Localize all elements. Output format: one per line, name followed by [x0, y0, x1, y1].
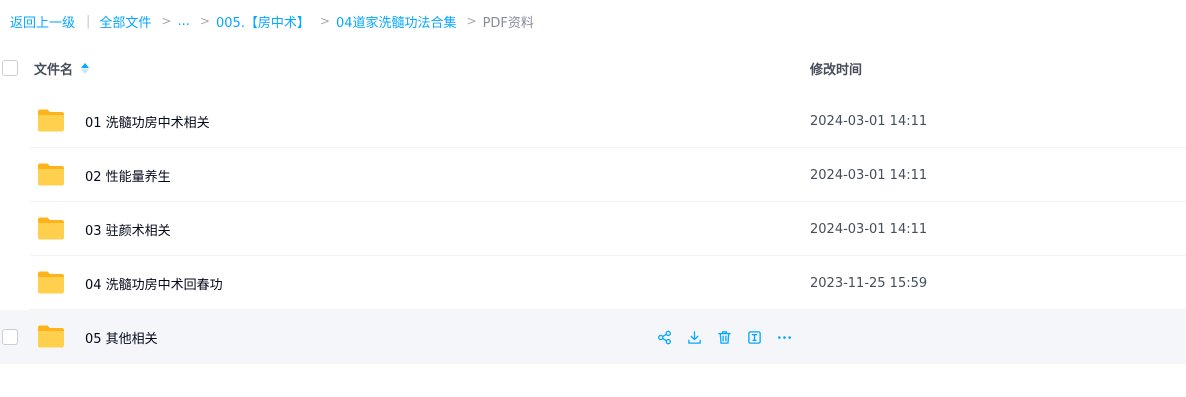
breadcrumb-all-files[interactable]: 全部文件: [99, 12, 151, 31]
file-name[interactable]: 03 驻颜术相关: [85, 220, 171, 239]
sort-icon[interactable]: [81, 62, 90, 74]
file-modified-time: 2023-11-25 15:59: [810, 275, 928, 291]
row-checkbox[interactable]: [2, 329, 18, 345]
more-icon[interactable]: [776, 329, 793, 346]
breadcrumb-current: PDF资料: [482, 15, 534, 31]
list-item[interactable]: 05 其他相关: [0, 310, 1186, 364]
chevron-right-icon: >: [466, 14, 477, 28]
folder-icon: [38, 271, 64, 294]
list-item[interactable]: 02 性能量养生 2024-03-01 14:11: [0, 148, 1186, 202]
folder-icon: [38, 109, 64, 132]
file-name[interactable]: 04 洗髓功房中术回春功: [85, 274, 223, 293]
column-header-name-label: 文件名: [34, 62, 74, 78]
select-all-checkbox[interactable]: [2, 60, 18, 76]
breadcrumb-ellipsis[interactable]: ...: [177, 14, 189, 29]
breadcrumb-level1[interactable]: 005.【房中术】: [216, 12, 310, 31]
file-name[interactable]: 02 性能量养生: [85, 166, 171, 185]
column-header-name[interactable]: 文件名: [34, 59, 90, 78]
folder-icon: [38, 217, 64, 240]
row-actions: [656, 329, 793, 346]
column-header-time[interactable]: 修改时间: [810, 59, 862, 78]
chevron-right-icon: >: [319, 14, 330, 28]
file-modified-time: 2024-03-01 14:11: [810, 113, 928, 129]
file-modified-time: 2024-03-01 14:11: [810, 167, 928, 183]
chevron-right-icon: >: [161, 14, 172, 28]
file-list-header: 文件名 修改时间: [0, 50, 1186, 86]
list-item[interactable]: 03 驻颜术相关 2024-03-01 14:11: [0, 202, 1186, 256]
list-item[interactable]: 01 洗髓功房中术相关 2024-03-01 14:11: [0, 94, 1186, 148]
folder-icon: [38, 163, 64, 186]
breadcrumb-divider: |: [86, 13, 91, 29]
file-name[interactable]: 01 洗髓功房中术相关: [85, 112, 210, 131]
delete-icon[interactable]: [716, 329, 733, 346]
chevron-right-icon: >: [199, 14, 210, 28]
file-modified-time: 2024-03-01 14:11: [810, 221, 928, 237]
breadcrumb-level2[interactable]: 04道家洗髓功法合集: [336, 12, 457, 31]
folder-icon: [38, 325, 64, 348]
file-name[interactable]: 05 其他相关: [85, 328, 158, 347]
rename-icon[interactable]: [746, 329, 763, 346]
share-icon[interactable]: [656, 329, 673, 346]
back-link[interactable]: 返回上一级: [10, 12, 75, 31]
breadcrumb: 返回上一级 | 全部文件 > ... > 005.【房中术】 > 04道家洗髓功…: [10, 11, 534, 31]
list-item[interactable]: 04 洗髓功房中术回春功 2023-11-25 15:59: [0, 256, 1186, 310]
download-icon[interactable]: [686, 329, 703, 346]
file-list: 01 洗髓功房中术相关 2024-03-01 14:11 02 性能量养生 20…: [0, 94, 1186, 364]
